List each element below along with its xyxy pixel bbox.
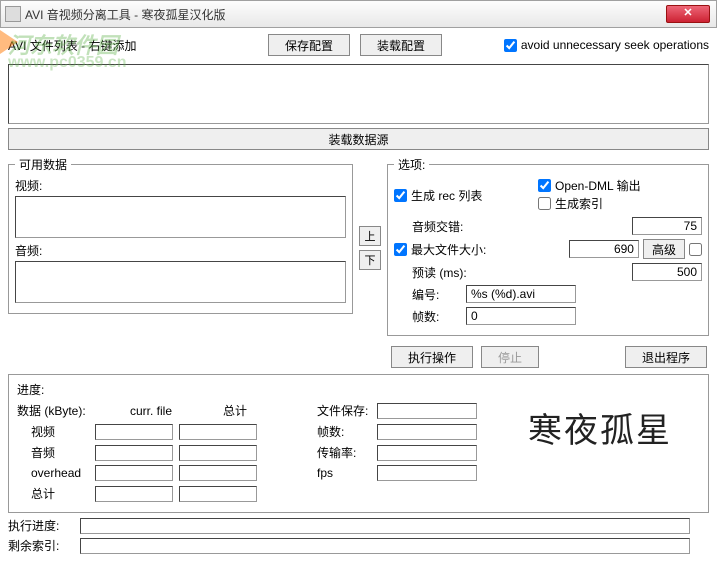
sum-total-value (179, 486, 257, 502)
open-dml-checkbox[interactable]: Open-DML 输出 (538, 177, 641, 194)
watermark-arrow (0, 30, 18, 54)
rate-label: 传输率: (317, 444, 377, 461)
advanced-checkbox[interactable] (689, 243, 702, 256)
remain-index-bar (80, 538, 690, 554)
stop-button[interactable]: 停止 (481, 346, 539, 368)
move-down-button[interactable]: 下 (359, 250, 381, 270)
titlebar: AVI 音视频分离工具 - 寒夜孤星汉化版 ✕ (0, 0, 717, 28)
frames-input[interactable] (466, 307, 576, 325)
load-source-button[interactable]: 装载数据源 (8, 128, 709, 150)
progress-group: 进度: 数据 (kByte): curr. file 总计 视频 音频 over… (8, 374, 709, 513)
avoid-seek-input[interactable] (504, 39, 517, 52)
video-label: 视频: (15, 177, 346, 194)
remain-index-label: 剩余索引: (8, 537, 80, 554)
options-group: 选项: 生成 rec 列表 Open-DML 输出 生成索引 (387, 156, 709, 336)
file-save-label: 文件保存: (317, 402, 377, 419)
preload-label: 预读 (ms): (412, 264, 497, 281)
numbering-input[interactable] (466, 285, 576, 303)
max-filesize-input[interactable] (569, 240, 639, 258)
window-title: AVI 音视频分离工具 - 寒夜孤星汉化版 (25, 6, 712, 23)
progress-legend: 进度: (17, 381, 700, 398)
avoid-seek-checkbox[interactable]: avoid unnecessary seek operations (504, 38, 709, 52)
audio-total-value (179, 445, 257, 461)
curr-file-header: curr. file (109, 404, 193, 418)
rate-value (377, 445, 477, 461)
video-total-value (179, 424, 257, 440)
prog-sum-label: 总计 (17, 485, 95, 502)
overhead-curr-value (95, 465, 173, 481)
sum-curr-value (95, 486, 173, 502)
prog-frames-label: 帧数: (317, 423, 377, 440)
execute-button[interactable]: 执行操作 (391, 346, 473, 368)
audio-list[interactable] (15, 261, 346, 303)
prog-overhead-label: overhead (17, 466, 95, 480)
close-button[interactable]: ✕ (666, 5, 710, 23)
frames-label: 帧数: (412, 308, 462, 325)
advanced-button[interactable]: 高级 (643, 239, 685, 259)
preload-input[interactable] (632, 263, 702, 281)
load-config-button[interactable]: 装载配置 (360, 34, 442, 56)
data-label: 数据 (kByte): (17, 402, 109, 419)
prog-audio-label: 音频 (17, 444, 95, 461)
exec-progress-bar (80, 518, 690, 534)
gen-rec-checkbox[interactable]: 生成 rec 列表 (394, 187, 534, 204)
video-curr-value (95, 424, 173, 440)
app-icon (5, 6, 21, 22)
audio-label: 音频: (15, 242, 346, 259)
audio-interleave-input[interactable] (632, 217, 702, 235)
file-save-value (377, 403, 477, 419)
total-header: 总计 (193, 402, 277, 419)
max-filesize-checkbox[interactable] (394, 243, 407, 256)
numbering-label: 编号: (412, 286, 462, 303)
prog-video-label: 视频 (17, 423, 95, 440)
move-up-button[interactable]: 上 (359, 226, 381, 246)
video-list[interactable] (15, 196, 346, 238)
options-legend: 选项: (394, 156, 429, 173)
available-legend: 可用数据 (15, 156, 71, 173)
file-list[interactable] (8, 64, 709, 124)
fps-label: fps (317, 466, 377, 480)
logo-text: 寒夜孤星 (528, 403, 698, 445)
file-list-label: AVI 文件列表 - 右键添加 (8, 37, 158, 54)
available-data-group: 可用数据 视频: 音频: (8, 156, 353, 314)
frames-value (377, 424, 477, 440)
overhead-total-value (179, 465, 257, 481)
save-config-button[interactable]: 保存配置 (268, 34, 350, 56)
audio-interleave-label: 音频交错: (412, 218, 497, 235)
audio-curr-value (95, 445, 173, 461)
exec-progress-label: 执行进度: (8, 517, 80, 534)
max-filesize-label: 最大文件大小: (411, 241, 496, 258)
fps-value (377, 465, 477, 481)
gen-index-checkbox[interactable]: 生成索引 (538, 195, 603, 212)
exit-button[interactable]: 退出程序 (625, 346, 707, 368)
